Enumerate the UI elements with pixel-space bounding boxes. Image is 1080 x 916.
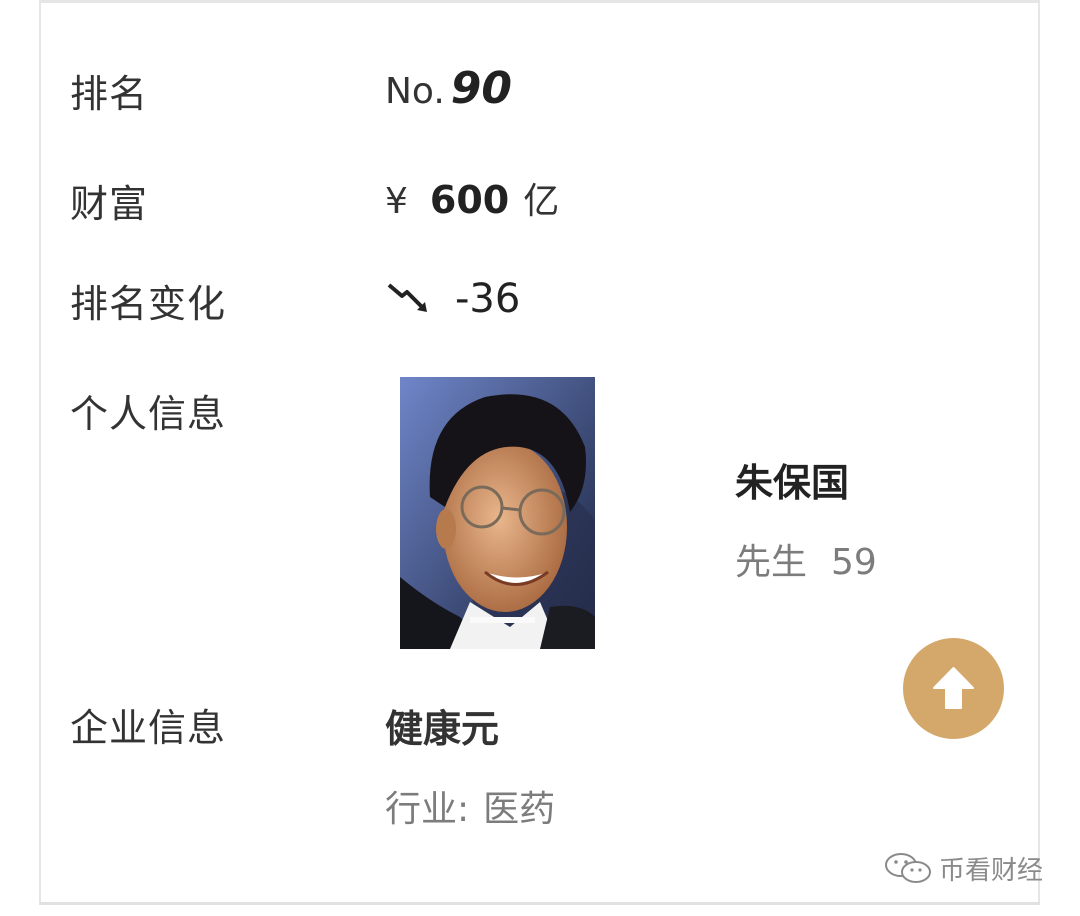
currency-symbol: ¥	[385, 181, 408, 222]
arrow-up-icon	[933, 667, 974, 709]
wealth-unit: 亿	[523, 181, 560, 222]
wealth-label: 财富	[70, 182, 149, 226]
industry: 行业: 医药	[385, 780, 555, 832]
industry-label: 行业:	[385, 789, 470, 830]
person-photo	[400, 377, 595, 649]
rank-label: 排名	[70, 72, 149, 116]
rank-change-value: -36	[385, 276, 520, 322]
person-age: 59	[831, 542, 877, 583]
back-to-top-button[interactable]	[903, 638, 1004, 739]
personal-info-label: 个人信息	[70, 392, 227, 436]
rank-value: No. 90	[385, 63, 512, 114]
rank-change-label: 排名变化	[70, 282, 227, 326]
wealth-value: ¥600 亿	[385, 172, 559, 224]
company-name[interactable]: 健康元	[385, 698, 499, 753]
person-title: 先生	[735, 542, 808, 583]
person-meta: 先生 59	[735, 533, 877, 585]
industry-value: 医药	[483, 789, 556, 830]
company-info-label: 企业信息	[70, 706, 227, 750]
rank-number: 90	[450, 63, 512, 114]
person-name: 朱保国	[735, 461, 850, 505]
watermark: 币看财经	[883, 850, 1043, 886]
page: 排名 No. 90 财富 ¥600 亿 排名变化 -36 个人信息 朱保国 先生…	[0, 0, 1080, 916]
watermark-text: 币看财经	[939, 855, 1044, 886]
wealth-amount: 600	[429, 178, 510, 222]
rank-change-number: -36	[455, 276, 521, 322]
rank-prefix: No.	[385, 71, 445, 112]
bottom-divider	[39, 902, 1040, 905]
trend-down-icon	[385, 279, 433, 319]
wechat-icon	[885, 853, 931, 883]
